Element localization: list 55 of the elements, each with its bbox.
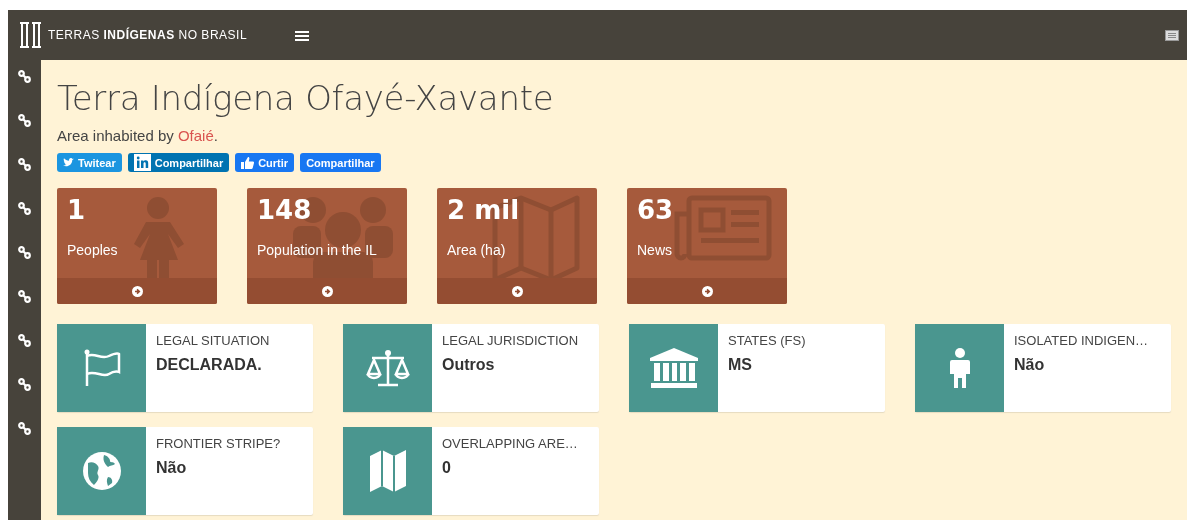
scale-icon bbox=[365, 348, 410, 389]
linkedin-share-button[interactable]: Compartilhar bbox=[127, 153, 230, 173]
info-title: STATES (FS) bbox=[728, 332, 806, 351]
logo-icon bbox=[20, 21, 42, 49]
card-footer-link[interactable] bbox=[627, 278, 787, 305]
plain-share-button[interactable]: Compartilhar bbox=[300, 153, 381, 173]
info-value: Outros bbox=[442, 354, 496, 375]
person-icon bbox=[949, 348, 970, 389]
link-icon[interactable] bbox=[18, 333, 31, 347]
thumbs-up-icon bbox=[241, 156, 255, 169]
info-title: LEGAL JURISDICTION bbox=[442, 332, 579, 351]
link-icon[interactable] bbox=[18, 69, 31, 83]
link-icon[interactable] bbox=[18, 377, 31, 391]
arrow-circle-icon bbox=[701, 285, 713, 297]
arrow-circle-icon bbox=[321, 285, 333, 297]
info-value: Não bbox=[156, 457, 188, 478]
linkedin-icon bbox=[133, 154, 151, 172]
stat-value: 2 mil bbox=[447, 196, 520, 225]
info-value: 0 bbox=[442, 457, 452, 478]
link-icon[interactable] bbox=[18, 157, 31, 171]
arrow-circle-icon bbox=[131, 285, 143, 297]
arrow-circle-icon bbox=[511, 285, 523, 297]
card-footer-link[interactable] bbox=[57, 278, 217, 305]
stat-value: 1 bbox=[67, 196, 86, 225]
site-logo-text[interactable]: TERRAS INDÍGENAS NO BRASIL bbox=[48, 26, 248, 44]
info-title: ISOLATED INDIGEN… bbox=[1014, 332, 1149, 351]
twitter-icon bbox=[63, 158, 74, 168]
info-title: LEGAL SITUATION bbox=[156, 332, 270, 351]
info-value: Não bbox=[1014, 354, 1046, 375]
info-value: DECLARADA. bbox=[156, 354, 263, 375]
bank-icon bbox=[649, 348, 698, 389]
subtitle-text: Area inhabited by Ofaié. bbox=[57, 125, 219, 146]
card-footer-link[interactable] bbox=[437, 278, 597, 305]
globe-icon bbox=[81, 451, 122, 492]
info-title: FRONTIER STRIPE? bbox=[156, 435, 281, 454]
people-link[interactable]: Ofaié bbox=[177, 126, 214, 144]
link-icon[interactable] bbox=[18, 421, 31, 435]
card-footer-link[interactable] bbox=[247, 278, 407, 305]
stat-label: Peoples bbox=[67, 241, 118, 261]
stat-label: News bbox=[637, 241, 672, 261]
link-icon[interactable] bbox=[18, 201, 31, 215]
page-title: Terra Indígena Ofayé-Xavante bbox=[57, 78, 555, 119]
link-icon[interactable] bbox=[18, 289, 31, 303]
info-value: MS bbox=[728, 354, 753, 375]
stat-label: Population in the IL bbox=[257, 241, 377, 261]
list-icon[interactable] bbox=[1165, 29, 1179, 41]
map-icon bbox=[369, 450, 406, 493]
stat-value: 63 bbox=[637, 196, 674, 225]
link-icon[interactable] bbox=[18, 245, 31, 259]
info-title: OVERLAPPING ARE… bbox=[442, 435, 578, 454]
stat-value: 148 bbox=[257, 196, 312, 225]
link-icon[interactable] bbox=[18, 113, 31, 127]
like-share-button[interactable]: Curtir bbox=[235, 153, 295, 173]
stat-label: Area (ha) bbox=[447, 241, 506, 261]
twitter-share-button[interactable]: Twitear bbox=[57, 153, 122, 173]
